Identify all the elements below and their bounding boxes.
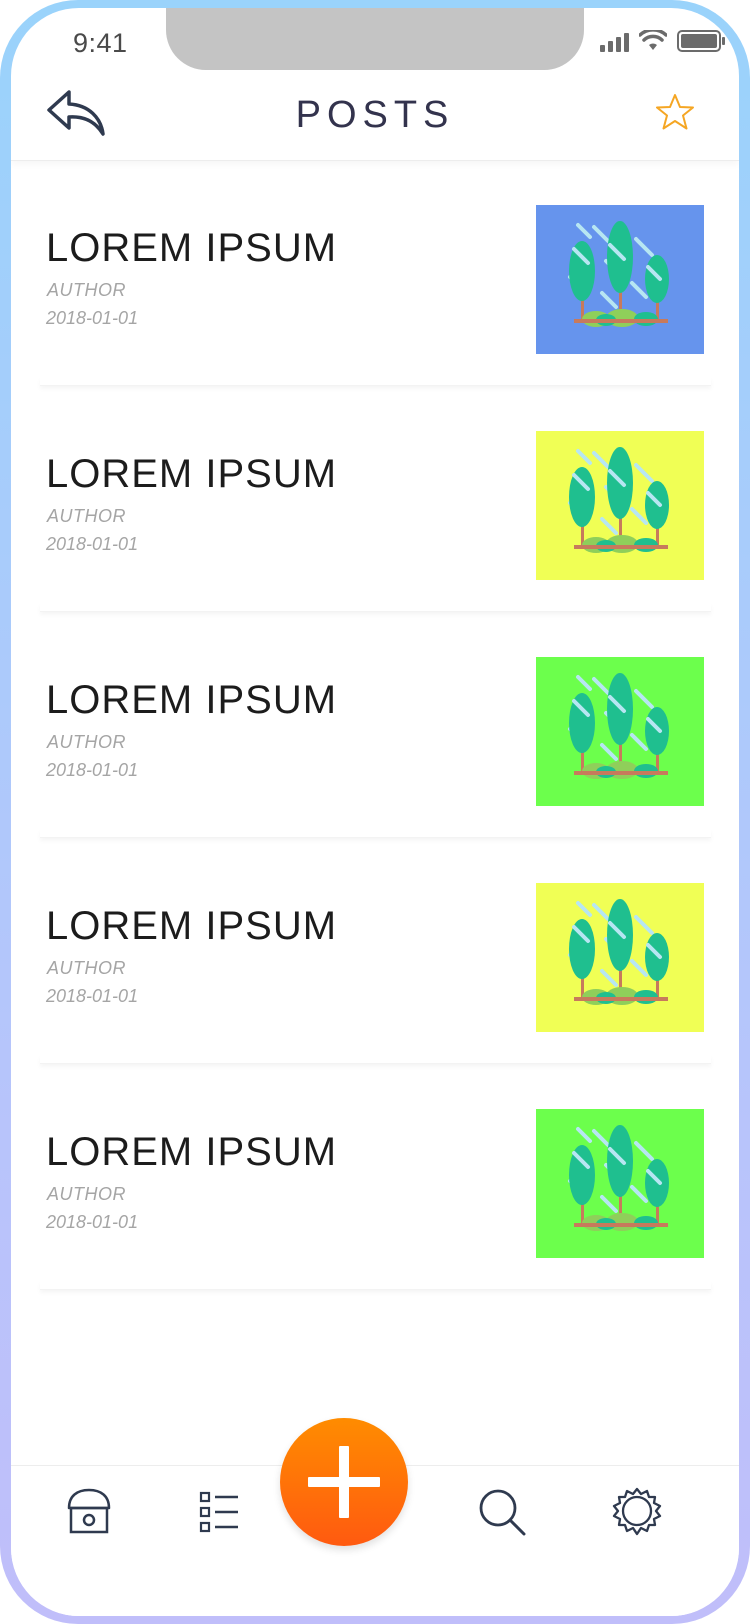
post-card[interactable]: LOREM IPSUM AUTHOR 2018-01-01 — [11, 612, 739, 838]
post-date: 2018-01-01 — [46, 986, 139, 1006]
post-card[interactable]: LOREM IPSUM AUTHOR 2018-01-01 — [11, 386, 739, 612]
post-date: 2018-01-01 — [46, 1212, 139, 1232]
screen: 9:41 POSTS LOREM IPSUM AUTHOR 2018-01-01… — [11, 8, 739, 1616]
post-title: LOREM IPSUM — [46, 1130, 338, 1174]
post-author: AUTHOR — [47, 732, 126, 752]
card-divider — [40, 377, 711, 386]
card-divider — [40, 603, 711, 612]
post-thumbnail[interactable] — [536, 431, 704, 580]
forest-illustration — [536, 657, 704, 806]
post-date: 2018-01-01 — [46, 308, 139, 328]
card-divider — [40, 1055, 711, 1064]
post-date: 2018-01-01 — [46, 534, 139, 554]
notch — [166, 8, 584, 70]
add-post-button[interactable] — [280, 1418, 408, 1546]
post-date: 2018-01-01 — [46, 760, 139, 780]
forest-illustration — [536, 883, 704, 1032]
forest-illustration — [536, 205, 704, 354]
star-icon[interactable] — [655, 92, 695, 132]
post-thumbnail[interactable] — [536, 883, 704, 1032]
card-divider — [40, 829, 711, 838]
battery-icon — [677, 30, 725, 52]
post-list: LOREM IPSUM AUTHOR 2018-01-01 LOREM IPSU… — [11, 160, 739, 1290]
settings-icon[interactable] — [611, 1486, 663, 1538]
post-author: AUTHOR — [47, 958, 126, 978]
forest-illustration — [536, 1109, 704, 1258]
device-frame: 9:41 POSTS LOREM IPSUM AUTHOR 2018-01-01… — [0, 0, 750, 1624]
post-title: LOREM IPSUM — [46, 226, 338, 270]
post-author: AUTHOR — [47, 506, 126, 526]
status-time: 9:41 — [73, 28, 128, 58]
home-icon[interactable] — [63, 1486, 115, 1538]
post-thumbnail[interactable] — [536, 657, 704, 806]
post-title: LOREM IPSUM — [46, 452, 338, 496]
post-title: LOREM IPSUM — [46, 904, 338, 948]
post-thumbnail[interactable] — [536, 205, 704, 354]
status-icons — [600, 30, 725, 52]
post-author: AUTHOR — [47, 1184, 126, 1204]
card-divider — [40, 1281, 711, 1290]
wifi-icon — [639, 30, 667, 50]
post-card[interactable]: LOREM IPSUM AUTHOR 2018-01-01 — [11, 1064, 739, 1290]
header: POSTS — [11, 72, 739, 161]
post-thumbnail[interactable] — [536, 1109, 704, 1258]
post-card[interactable]: LOREM IPSUM AUTHOR 2018-01-01 — [11, 838, 739, 1064]
page-title: POSTS — [295, 94, 455, 136]
signal-icon — [600, 30, 629, 52]
post-title: LOREM IPSUM — [46, 678, 338, 722]
search-icon[interactable] — [476, 1486, 528, 1538]
post-author: AUTHOR — [47, 280, 126, 300]
plus-icon-bar — [308, 1477, 380, 1487]
list-icon[interactable] — [194, 1486, 246, 1538]
forest-illustration — [536, 431, 704, 580]
post-card[interactable]: LOREM IPSUM AUTHOR 2018-01-01 — [11, 160, 739, 386]
